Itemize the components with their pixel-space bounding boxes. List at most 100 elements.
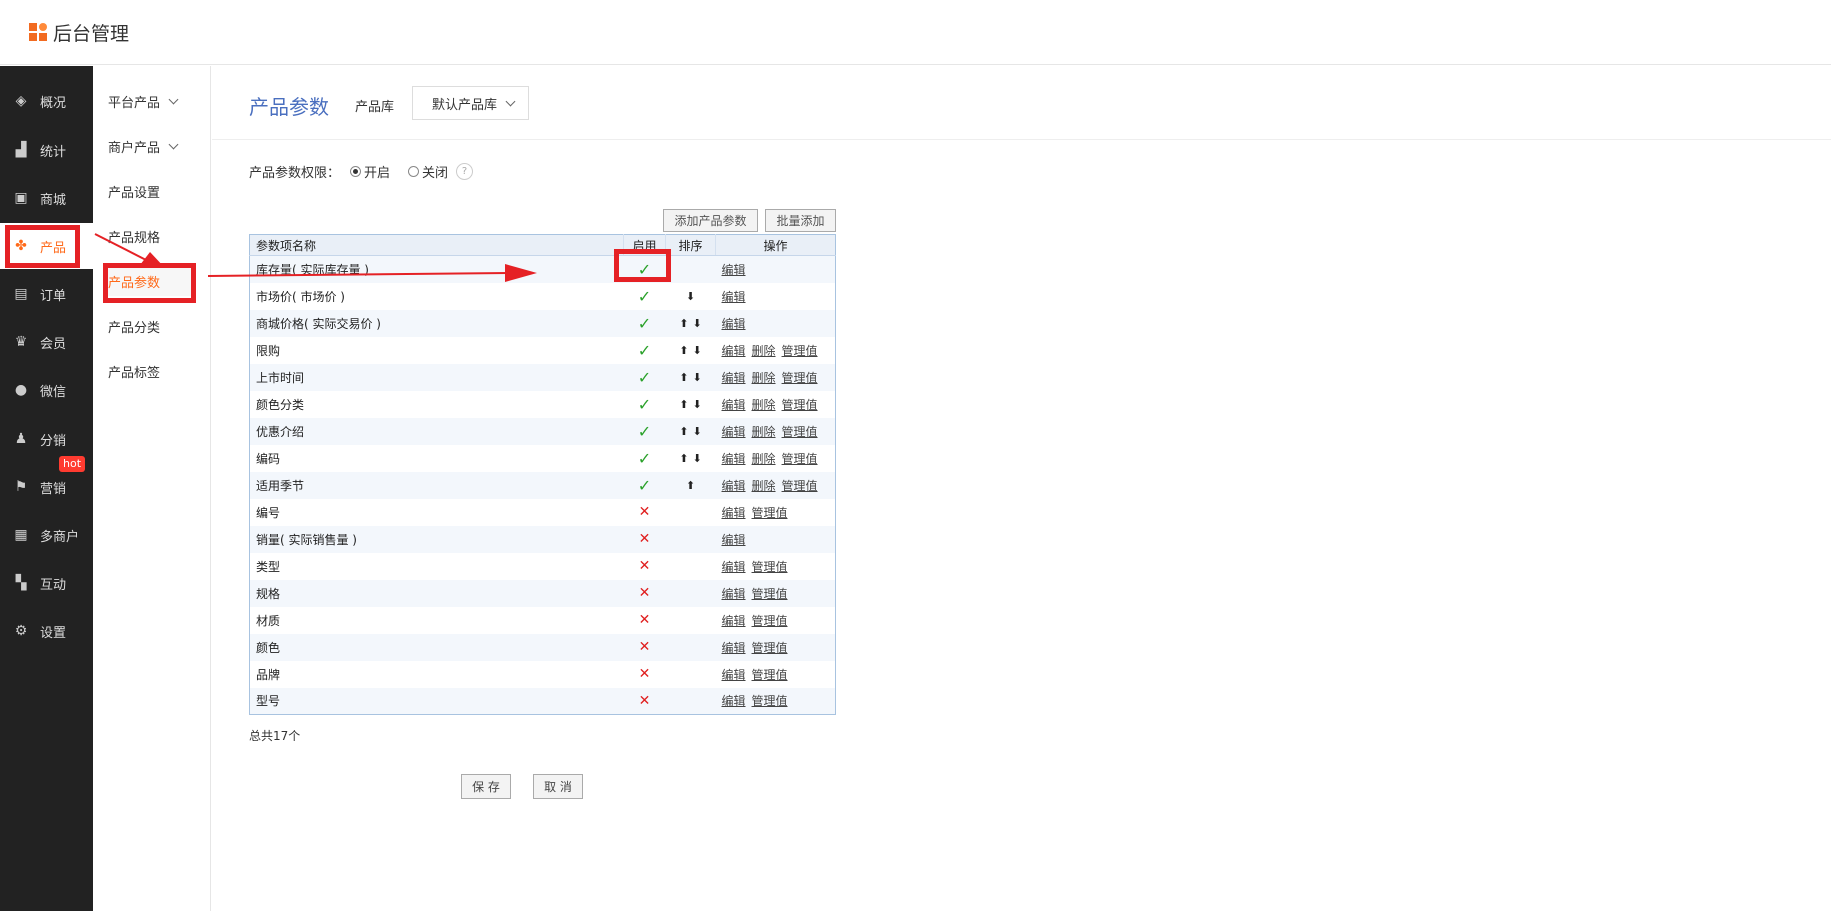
edit-link[interactable]: 编辑 (722, 587, 746, 601)
enabled-toggle[interactable]: ✓ (624, 445, 666, 472)
manage-values-link[interactable]: 管理值 (782, 479, 818, 493)
sidebar-item-product[interactable]: ✤ 产品 (0, 223, 93, 269)
sidebar-item-orders[interactable]: ▤ 订单 (0, 271, 93, 317)
param-name: 颜色分类 (256, 397, 305, 412)
delete-link[interactable]: 删除 (752, 344, 776, 358)
app-logo[interactable]: 后台管理 (29, 19, 129, 46)
arrow-down-icon[interactable]: ⬇ (686, 290, 695, 303)
delete-link[interactable]: 删除 (752, 452, 776, 466)
subnav-item-product-settings[interactable]: 产品设置 (104, 176, 196, 206)
sidebar-item-interaction[interactable]: ▚ 互动 (0, 560, 93, 606)
sidebar-item-settings[interactable]: ⚙ 设置 (0, 608, 93, 654)
edit-link[interactable]: 编辑 (722, 641, 746, 655)
enabled-toggle[interactable]: ✓ (623, 417, 666, 445)
arrow-up-icon[interactable]: ⬆ (679, 371, 688, 384)
sidebar-item-overview[interactable]: ◈ 概况 (0, 78, 93, 124)
sidebar-item-members[interactable]: ♛ 会员 (0, 319, 93, 365)
edit-link[interactable]: 编辑 (722, 317, 746, 331)
enabled-toggle[interactable]: ✓ (623, 255, 666, 283)
manage-values-link[interactable]: 管理值 (782, 371, 818, 385)
delete-link[interactable]: 删除 (752, 425, 776, 439)
edit-link[interactable]: 编辑 (722, 479, 746, 493)
arrow-down-icon[interactable]: ⬇ (693, 425, 702, 438)
manage-values-link[interactable]: 管理值 (752, 506, 788, 520)
arrow-up-icon[interactable]: ⬆ (679, 398, 688, 411)
edit-link[interactable]: 编辑 (722, 263, 746, 277)
batch-add-button[interactable]: 批量添加 (765, 209, 836, 232)
edit-link[interactable]: 编辑 (722, 398, 746, 412)
edit-link[interactable]: 编辑 (722, 452, 746, 466)
help-icon[interactable]: ? (456, 163, 474, 180)
arrow-up-icon[interactable]: ⬆ (686, 479, 695, 492)
arrow-up-icon[interactable]: ⬆ (679, 344, 688, 357)
manage-values-link[interactable]: 管理值 (782, 452, 818, 466)
subnav-item-merchant-products[interactable]: 商户产品 (104, 131, 196, 161)
subnav-item-product-category[interactable]: 产品分类 (104, 311, 196, 341)
enabled-toggle[interactable]: ✕ (623, 687, 666, 715)
enabled-toggle[interactable]: ✕ (624, 499, 666, 526)
edit-link[interactable]: 编辑 (722, 694, 746, 708)
cancel-button[interactable]: 取 消 (533, 774, 583, 799)
edit-link[interactable]: 编辑 (722, 371, 746, 385)
enabled-toggle[interactable]: ✓ (623, 471, 666, 499)
manage-values-link[interactable]: 管理值 (782, 425, 818, 439)
sidebar-item-multi-merchant[interactable]: ▦ 多商户 (0, 512, 93, 558)
delete-link[interactable]: 删除 (752, 479, 776, 493)
add-param-button[interactable]: 添加产品参数 (663, 209, 758, 232)
product-library-select[interactable]: 默认产品库 (412, 86, 529, 120)
manage-values-link[interactable]: 管理值 (752, 694, 788, 708)
save-button[interactable]: 保 存 (461, 774, 511, 799)
sidebar-item-marketing[interactable]: ⚑ 营销 hot (0, 456, 93, 510)
arrow-down-icon[interactable]: ⬇ (693, 371, 702, 384)
edit-link[interactable]: 编辑 (722, 668, 746, 682)
enabled-toggle[interactable]: ✕ (623, 579, 666, 607)
enabled-toggle[interactable]: ✓ (624, 391, 666, 418)
enabled-toggle[interactable]: ✕ (623, 525, 666, 553)
delete-link[interactable]: 删除 (752, 398, 776, 412)
arrow-down-icon[interactable]: ⬇ (693, 452, 702, 465)
enabled-toggle[interactable]: ✕ (624, 661, 666, 688)
arrow-down-icon[interactable]: ⬇ (693, 317, 702, 330)
delete-link[interactable]: 删除 (752, 371, 776, 385)
manage-values-link[interactable]: 管理值 (752, 614, 788, 628)
enabled-toggle[interactable]: ✓ (624, 337, 666, 364)
enabled-toggle[interactable]: ✓ (623, 309, 666, 337)
table-row: 颜色 ✕ 编辑 管理值 (249, 633, 836, 661)
enabled-toggle[interactable]: ✓ (624, 283, 666, 310)
edit-link[interactable]: 编辑 (722, 614, 746, 628)
edit-link[interactable]: 编辑 (722, 425, 746, 439)
subnav-item-product-tags[interactable]: 产品标签 (104, 356, 196, 386)
edit-link[interactable]: 编辑 (722, 560, 746, 574)
manage-values-link[interactable]: 管理值 (782, 344, 818, 358)
manage-values-link[interactable]: 管理值 (752, 668, 788, 682)
sidebar-item-shop[interactable]: ▣ 商城 (0, 175, 93, 221)
subnav-item-product-params[interactable]: 产品参数 (104, 266, 196, 296)
enabled-toggle[interactable]: ✕ (623, 633, 666, 661)
sidebar-item-stats[interactable]: ▟ 统计 (0, 127, 93, 173)
manage-values-link[interactable]: 管理值 (752, 560, 788, 574)
subnav-item-product-specs[interactable]: 产品规格 (104, 221, 196, 251)
enabled-toggle[interactable]: ✓ (623, 363, 666, 391)
row-actions: 编辑 删除 管理值 (715, 471, 836, 499)
edit-link[interactable]: 编辑 (722, 506, 746, 520)
manage-values-link[interactable]: 管理值 (782, 398, 818, 412)
edit-link[interactable]: 编辑 (722, 344, 746, 358)
subnav-item-platform-products[interactable]: 平台产品 (104, 86, 196, 116)
arrow-down-icon[interactable]: ⬇ (693, 344, 702, 357)
edit-link[interactable]: 编辑 (722, 533, 746, 547)
manage-values-link[interactable]: 管理值 (752, 587, 788, 601)
manage-values-link[interactable]: 管理值 (752, 641, 788, 655)
edit-link[interactable]: 编辑 (722, 290, 746, 304)
permission-off-radio[interactable] (408, 166, 420, 177)
sort-controls (665, 579, 716, 607)
arrow-up-icon[interactable]: ⬆ (679, 425, 688, 438)
arrow-down-icon[interactable]: ⬇ (693, 398, 702, 411)
table-row: 限购 ✓ ⬆ ⬇ 编辑 删除 管理值 (250, 337, 836, 364)
arrow-up-icon[interactable]: ⬆ (679, 317, 688, 330)
enabled-toggle[interactable]: ✕ (624, 607, 666, 634)
sidebar-item-wechat[interactable]: ● 微信 (0, 367, 93, 413)
enabled-toggle[interactable]: ✕ (624, 553, 666, 580)
permission-on-radio[interactable] (350, 166, 362, 177)
arrow-up-icon[interactable]: ⬆ (679, 452, 688, 465)
user-icon: ♟ (14, 431, 28, 447)
